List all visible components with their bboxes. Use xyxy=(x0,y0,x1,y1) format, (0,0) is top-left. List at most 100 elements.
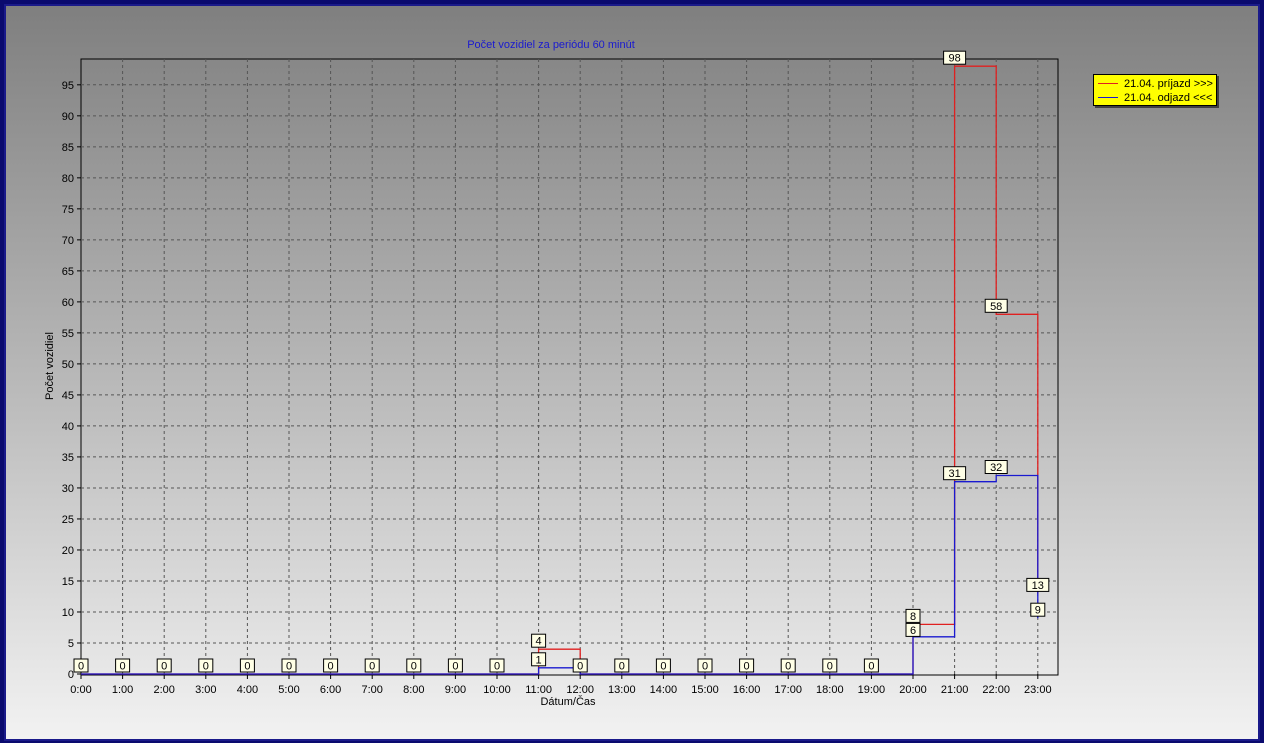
data-label-text: 31 xyxy=(948,468,960,480)
data-label: 0 xyxy=(697,658,713,673)
data-label-text: 0 xyxy=(369,661,375,673)
x-tick-label: 8:00 xyxy=(403,684,424,696)
y-tick-label: 20 xyxy=(62,545,74,557)
data-label: 32 xyxy=(984,460,1008,474)
y-tick-label: 75 xyxy=(62,204,74,216)
data-label-text: 0 xyxy=(203,661,209,673)
x-tick-label: 4:00 xyxy=(237,684,258,696)
data-label: 8 xyxy=(905,608,921,623)
x-tick-label: 16:00 xyxy=(733,684,761,696)
series-line-1 xyxy=(81,474,1039,675)
x-tick-label: 5:00 xyxy=(278,684,299,696)
series-line-0 xyxy=(81,65,1039,675)
data-label: 0 xyxy=(364,658,380,673)
y-tick-label: 95 xyxy=(62,80,74,92)
data-label-text: 0 xyxy=(660,661,666,673)
data-label: 0 xyxy=(572,658,588,673)
data-label-text: 0 xyxy=(827,661,833,673)
data-label-text: 6 xyxy=(910,625,916,637)
data-label: 13 xyxy=(1026,577,1050,592)
x-tick-label: 20:00 xyxy=(899,684,927,696)
data-label-text: 13 xyxy=(1032,580,1044,592)
x-tick-label: 23:00 xyxy=(1024,684,1052,696)
data-label-text: 8 xyxy=(910,611,916,623)
data-label: 0 xyxy=(489,658,505,673)
y-tick-label: 40 xyxy=(62,421,74,433)
data-label-text: 0 xyxy=(494,661,500,673)
data-label: 0 xyxy=(780,658,796,673)
data-label-text: 0 xyxy=(619,661,625,673)
y-tick-label: 90 xyxy=(62,111,74,123)
y-tick-label: 85 xyxy=(62,142,74,154)
data-label: 6 xyxy=(905,622,921,637)
data-label-text: 58 xyxy=(990,301,1002,313)
chart-svg: 05101520253035404550556065707580859095 0… xyxy=(44,39,1059,708)
data-label: 0 xyxy=(156,658,172,673)
x-tick-label: 0:00 xyxy=(70,684,91,696)
data-label: 0 xyxy=(863,658,879,673)
data-label-text: 0 xyxy=(744,661,750,673)
data-label: 0 xyxy=(739,658,755,673)
data-label: 1 xyxy=(531,652,547,667)
data-label-text: 0 xyxy=(120,661,126,673)
y-tick-label: 80 xyxy=(62,173,74,185)
data-label-text: 0 xyxy=(702,661,708,673)
data-label-text: 0 xyxy=(868,661,874,673)
data-label-text: 0 xyxy=(328,661,334,673)
data-label: 0 xyxy=(822,658,838,673)
chart-title: Počet vozidiel za periódu 60 minút xyxy=(467,39,635,51)
data-label: 0 xyxy=(115,658,131,673)
data-label: 0 xyxy=(281,658,297,673)
grid xyxy=(81,59,1058,675)
plot-area xyxy=(80,58,1059,676)
data-label: 0 xyxy=(73,658,89,673)
data-label-text: 0 xyxy=(161,661,167,673)
x-tick-label: 6:00 xyxy=(320,684,341,696)
y-tick-label: 15 xyxy=(62,576,74,588)
data-label-text: 0 xyxy=(244,661,250,673)
y-tick-label: 30 xyxy=(62,483,74,495)
x-tick-label: 9:00 xyxy=(445,684,466,696)
data-label: 0 xyxy=(406,658,422,673)
x-tick-label: 13:00 xyxy=(608,684,636,696)
x-tick-label: 7:00 xyxy=(361,684,382,696)
data-label: 0 xyxy=(239,658,255,673)
data-labels: 0 0 0 0 0 0 0 0 0 0 0 4 1 0 0 0 0 0 0 0 0 8 6 98 31 58 32 13 9 xyxy=(73,50,1050,673)
x-tick-label: 15:00 xyxy=(691,684,719,696)
x-tick-label: 11:00 xyxy=(525,684,552,696)
data-label-text: 0 xyxy=(286,661,292,673)
y-tick-label: 35 xyxy=(62,452,74,464)
data-label-text: 32 xyxy=(990,462,1002,474)
x-tick-label: 22:00 xyxy=(982,684,1010,696)
data-label-text: 0 xyxy=(785,661,791,673)
y-tick-label: 25 xyxy=(62,514,74,526)
data-label-text: 4 xyxy=(536,636,542,648)
y-tick-label: 70 xyxy=(62,235,74,247)
data-label-text: 9 xyxy=(1035,605,1041,617)
x-tick-label: 21:00 xyxy=(941,684,969,696)
x-axis-label: Dátum/Čas xyxy=(540,695,596,708)
data-label: 0 xyxy=(323,658,339,673)
legend-label-arrival: 21.04. príjazd >>> xyxy=(1124,77,1213,90)
legend-item-arrival: 21.04. príjazd >>> xyxy=(1098,77,1213,90)
series-lines xyxy=(81,65,1039,675)
x-axis-ticks: 0:00 1:00 2:00 3:00 4:00 5:00 6:00 7:00 8:00 9:00… xyxy=(70,674,1052,696)
data-label: 58 xyxy=(984,298,1008,313)
y-tick-label: 10 xyxy=(62,607,74,619)
legend-swatch-departure xyxy=(1098,97,1118,98)
x-tick-label: 3:00 xyxy=(195,684,216,696)
data-label: 31 xyxy=(943,466,967,481)
y-axis-label: Počet vozidiel xyxy=(44,332,56,400)
x-tick-label: 17:00 xyxy=(774,684,802,696)
data-label: 0 xyxy=(198,658,214,673)
data-label-text: 0 xyxy=(411,661,417,673)
data-label: 0 xyxy=(447,658,463,673)
legend-item-departure: 21.04. odjazd <<< xyxy=(1098,91,1212,104)
x-tick-label: 18:00 xyxy=(816,684,844,696)
x-tick-label: 2:00 xyxy=(153,684,174,696)
data-label-text: 0 xyxy=(78,661,84,673)
y-tick-label: 5 xyxy=(68,638,74,650)
data-label: 9 xyxy=(1030,602,1046,617)
data-label-text: 98 xyxy=(948,53,960,65)
legend-swatch-arrival xyxy=(1098,83,1118,84)
